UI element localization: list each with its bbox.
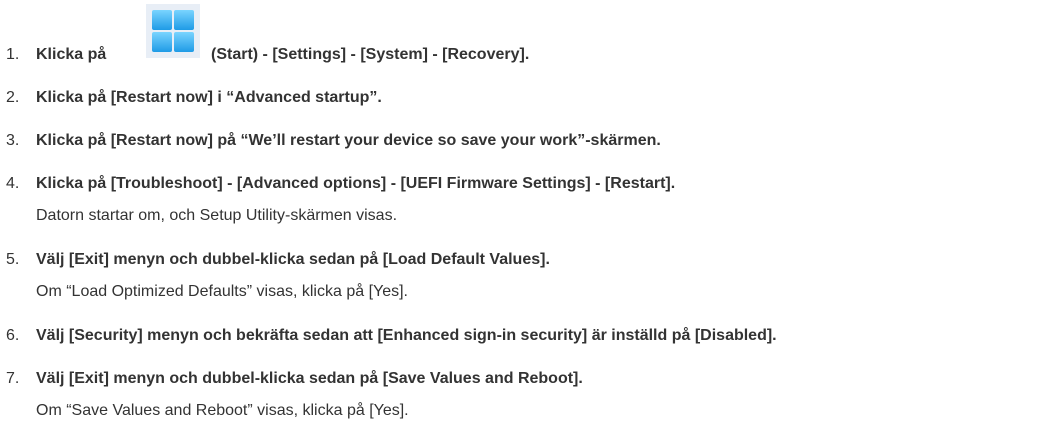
step-text: Klicka på [Restart now] i “Advanced star… [36, 89, 382, 106]
step-text: Klicka på [Restart now] på “We’ll restar… [36, 132, 661, 149]
step-text: Välj [Exit] menyn och dubbel-klicka seda… [36, 251, 550, 268]
step-number: 5. [6, 251, 20, 268]
step-number: 7. [6, 370, 20, 387]
step-number: 6. [6, 327, 20, 344]
step-note: Om “Save Values and Reboot” visas, klick… [36, 402, 409, 419]
step-text: Välj [Exit] menyn och dubbel-klicka seda… [36, 370, 583, 387]
step-note: Datorn startar om, och Setup Utility-skä… [36, 207, 398, 224]
step-number: 2. [6, 89, 20, 106]
step-number: 1. [6, 46, 20, 63]
step-note: Om “Load Optimized Defaults” visas, klic… [36, 283, 408, 300]
step-text-post: (Start) - [Settings] - [System] - [Recov… [211, 46, 530, 63]
step-number: 4. [6, 175, 20, 192]
step-number: 3. [6, 132, 20, 149]
step-text: Klicka på [Troubleshoot] - [Advanced opt… [36, 175, 676, 192]
step-text: Välj [Security] menyn och bekräfta sedan… [36, 327, 777, 344]
step-text-pre: Klicka på [36, 46, 107, 63]
windows-start-icon [146, 4, 200, 58]
